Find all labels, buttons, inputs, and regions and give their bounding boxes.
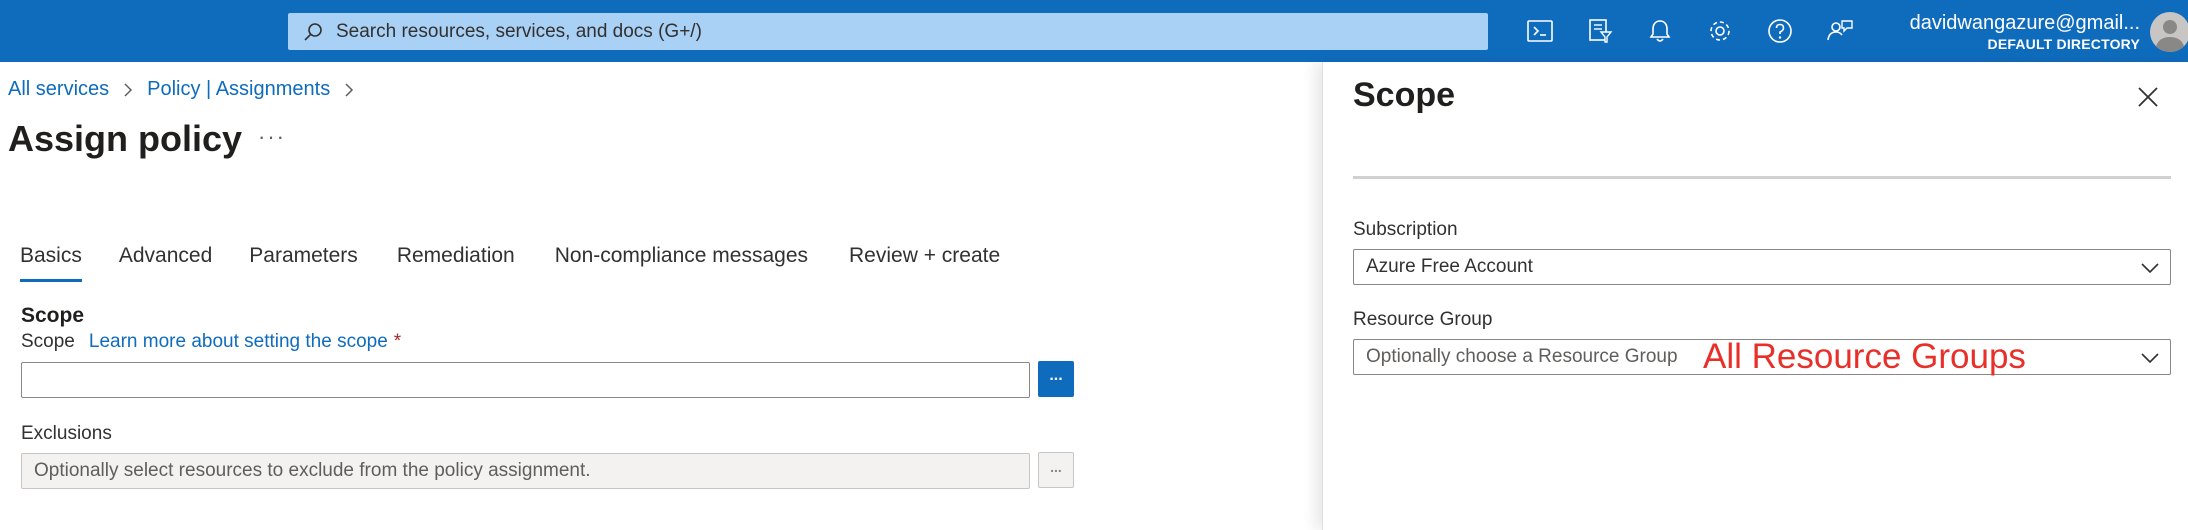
- breadcrumb-policy-assignments[interactable]: Policy | Assignments: [147, 78, 330, 101]
- blade-divider: [1353, 176, 2171, 179]
- breadcrumb: All services Policy | Assignments: [8, 78, 368, 101]
- global-search-input[interactable]: Search resources, services, and docs (G+…: [288, 13, 1488, 50]
- top-bar: Search resources, services, and docs (G+…: [0, 0, 2188, 62]
- tab-advanced[interactable]: Advanced: [119, 244, 212, 282]
- close-icon[interactable]: [2135, 84, 2161, 110]
- subscription-label: Subscription: [1353, 219, 1458, 240]
- scope-field-label: Scope Learn more about setting the scope…: [21, 331, 401, 353]
- subscription-dropdown[interactable]: Azure Free Account: [1353, 249, 2171, 285]
- help-icon[interactable]: [1765, 16, 1795, 46]
- feedback-icon[interactable]: [1825, 16, 1855, 46]
- tab-review-create[interactable]: Review + create: [849, 244, 1000, 282]
- page-title: Assign policy: [8, 118, 243, 159]
- tab-basics[interactable]: Basics: [20, 244, 82, 282]
- settings-icon[interactable]: [1705, 16, 1735, 46]
- tab-non-compliance-messages[interactable]: Non-compliance messages: [555, 244, 808, 282]
- scope-label: Scope: [21, 331, 75, 352]
- notifications-icon[interactable]: [1645, 16, 1675, 46]
- annotation-text: All Resource Groups: [1703, 337, 2026, 376]
- chevron-right-icon: [123, 82, 133, 97]
- section-title: Scope: [21, 304, 85, 327]
- chevron-down-icon: [2141, 353, 2159, 364]
- chevron-right-icon: [344, 82, 354, 97]
- more-actions-button[interactable]: ···: [258, 124, 286, 150]
- search-placeholder: Search resources, services, and docs (G+…: [336, 20, 702, 42]
- tab-list: Basics Advanced Parameters Remediation N…: [20, 244, 1000, 282]
- exclusions-browse-button[interactable]: ...: [1038, 452, 1074, 488]
- scope-input[interactable]: [21, 362, 1030, 398]
- scope-browse-button[interactable]: ...: [1038, 361, 1074, 397]
- user-email: davidwangazure@gmail...: [1909, 12, 2140, 34]
- user-directory: DEFAULT DIRECTORY: [1987, 36, 2140, 52]
- exclusions-placeholder: Optionally select resources to exclude f…: [34, 460, 591, 481]
- account-menu[interactable]: davidwangazure@gmail... DEFAULT DIRECTOR…: [1880, 11, 2140, 53]
- exclusions-label: Exclusions: [21, 423, 112, 444]
- tab-remediation[interactable]: Remediation: [397, 244, 515, 282]
- avatar[interactable]: [2150, 12, 2188, 52]
- learn-more-scope-link[interactable]: Learn more about setting the scope: [89, 331, 388, 353]
- search-icon: [304, 22, 322, 41]
- blade-title: Scope: [1353, 76, 1456, 114]
- directory-filter-icon[interactable]: [1585, 16, 1615, 46]
- scope-blade: Scope Subscription Azure Free Account Re…: [1322, 62, 2188, 530]
- tab-parameters[interactable]: Parameters: [249, 244, 358, 282]
- cloud-shell-icon[interactable]: [1525, 16, 1555, 46]
- subscription-value: Azure Free Account: [1366, 256, 1533, 277]
- resource-group-label: Resource Group: [1353, 309, 1493, 330]
- required-indicator: *: [393, 331, 402, 352]
- chevron-down-icon: [2141, 263, 2159, 274]
- resource-group-placeholder: Optionally choose a Resource Group: [1366, 346, 1678, 367]
- exclusions-input[interactable]: Optionally select resources to exclude f…: [21, 453, 1030, 489]
- breadcrumb-all-services[interactable]: All services: [8, 78, 109, 101]
